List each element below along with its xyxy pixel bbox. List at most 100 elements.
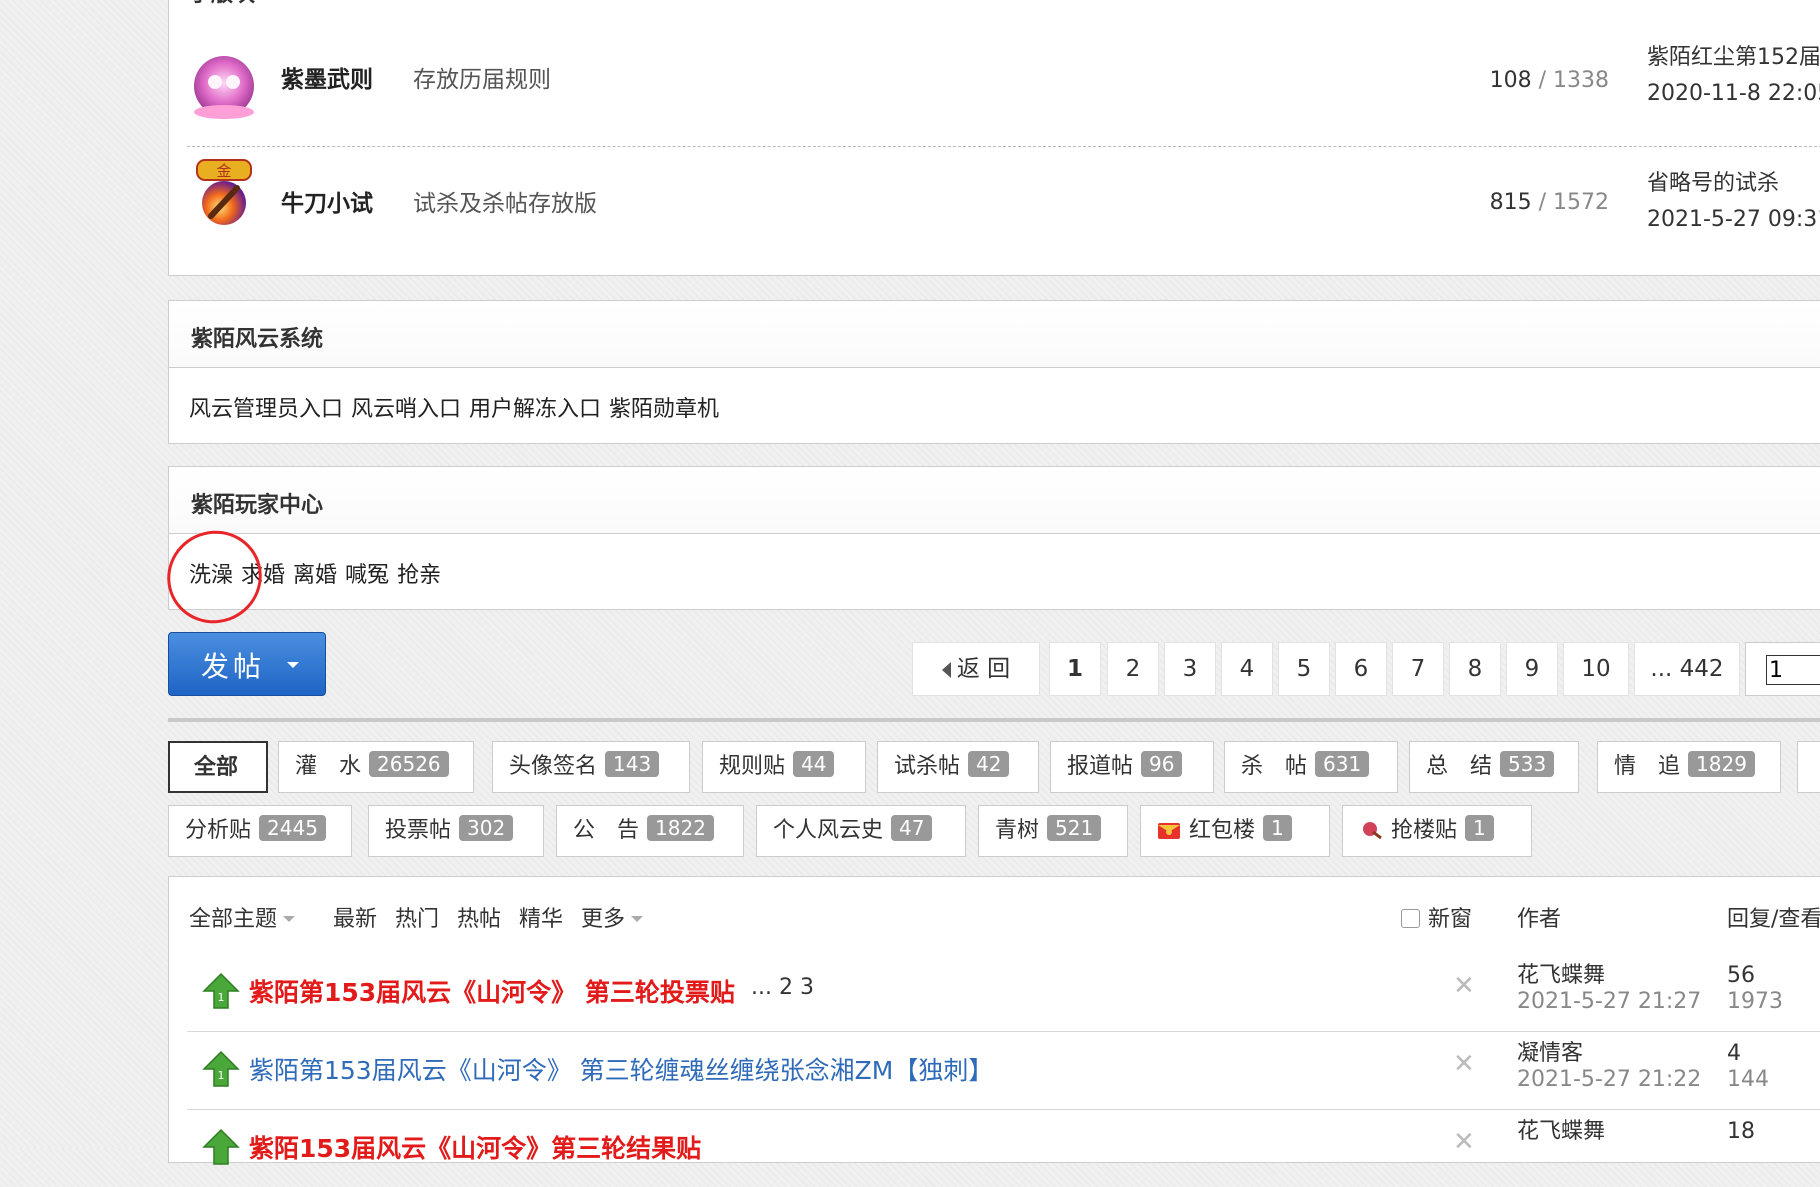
pagination-back-button[interactable]: 返 回 xyxy=(912,642,1040,696)
filter-avatar-signature[interactable]: 头像签名 143 xyxy=(492,741,690,793)
post-date: 2021-5-27 21:22 xyxy=(1517,1067,1702,1092)
filter-label: 杀 帖 xyxy=(1241,754,1308,779)
forum-avatar-icon[interactable]: 金 xyxy=(189,158,259,228)
filter-count: 47 xyxy=(891,815,933,841)
filter-count: 44 xyxy=(793,751,835,777)
back-label: 返 回 xyxy=(956,656,1011,682)
page-link[interactable]: 3 xyxy=(1164,642,1216,696)
filter-top-border xyxy=(168,718,1820,722)
forum-row[interactable]: 金 牛刀小试 试杀及杀帖存放版 815 / 1572 省略号的试杀 2021-5… xyxy=(169,150,1820,270)
page-link[interactable]: 4 xyxy=(1221,642,1273,696)
link-sentinel-entry[interactable]: 风云哨入口 xyxy=(351,397,461,422)
tab-hot-threads[interactable]: 热帖 xyxy=(457,901,501,933)
all-topics-dropdown[interactable]: 全部主题 xyxy=(189,901,295,933)
filter-label: 红包楼 xyxy=(1189,818,1256,843)
filter-red-packet[interactable]: 红包楼 1 xyxy=(1140,805,1330,857)
filter-partial-hidden[interactable] xyxy=(1797,741,1820,793)
caret-down-icon[interactable] xyxy=(287,662,299,668)
link-admin-entry[interactable]: 风云管理员入口 xyxy=(189,397,343,422)
thread-page-links[interactable]: ... 2 3 xyxy=(751,975,814,1000)
page-jump-input[interactable] xyxy=(1766,655,1820,685)
page-link[interactable]: 7 xyxy=(1392,642,1444,696)
page-link[interactable]: 5 xyxy=(1278,642,1330,696)
filter-label: 报道帖 xyxy=(1067,754,1134,779)
link-snatch-marriage[interactable]: 抢亲 xyxy=(397,563,441,588)
filter-count: 26526 xyxy=(369,751,449,777)
link-divorce[interactable]: 离婚 xyxy=(293,563,337,588)
player-center-box: 紫陌玩家中心 洗澡 求婚 离婚 喊冤 抢亲 xyxy=(168,466,1820,610)
last-post-link[interactable]: 省略号的试杀 xyxy=(1647,166,1820,202)
filter-rules[interactable]: 规则贴 44 xyxy=(702,741,866,793)
system-box-title: 紫陌风云系统 xyxy=(191,327,324,352)
new-post-button[interactable]: 发帖 xyxy=(168,632,326,696)
filter-label: 情 追 xyxy=(1614,754,1681,779)
author-column-header: 作者 xyxy=(1517,907,1562,932)
thread-title-link[interactable]: 紫陌第153届风云《山河令》 第三轮投票贴 xyxy=(249,973,735,1009)
link-complain[interactable]: 喊冤 xyxy=(345,563,389,588)
tab-digest[interactable]: 精华 xyxy=(519,901,563,933)
filter-grab-floor[interactable]: 抢楼贴 1 xyxy=(1342,805,1532,857)
filter-announcement[interactable]: 公 告 1822 xyxy=(556,805,744,857)
filter-water[interactable]: 灌 水 26526 xyxy=(278,741,474,793)
page-link[interactable]: 6 xyxy=(1335,642,1387,696)
new-window-checkbox[interactable] xyxy=(1401,909,1420,928)
filter-count: 1 xyxy=(1263,815,1292,841)
filter-love-chase[interactable]: 情 追 1829 xyxy=(1597,741,1781,793)
filter-label: 分析贴 xyxy=(185,818,252,843)
filter-count: 1 xyxy=(1465,815,1494,841)
link-medal-machine[interactable]: 紫陌勋章机 xyxy=(609,397,719,422)
filter-count: 96 xyxy=(1141,751,1183,777)
view-count: 144 xyxy=(1727,1067,1769,1092)
page-link[interactable]: 10 xyxy=(1563,642,1629,696)
filter-count: 2445 xyxy=(259,815,326,841)
thread-title-link[interactable]: 紫陌153届风云《山河令》第三轮结果贴 xyxy=(249,1129,701,1165)
page-link[interactable]: 2 xyxy=(1107,642,1159,696)
filter-label: 全部 xyxy=(194,755,239,780)
author-link[interactable]: 花飞蝶舞 xyxy=(1517,1119,1605,1145)
filter-label: 投票帖 xyxy=(385,818,452,843)
close-icon[interactable]: ✕ xyxy=(1453,1127,1475,1157)
svg-text:1: 1 xyxy=(218,1069,225,1082)
filter-vote[interactable]: 投票帖 302 xyxy=(368,805,544,857)
page-link-current[interactable]: 1 xyxy=(1049,642,1101,696)
filter-green-tree[interactable]: 青树 521 xyxy=(978,805,1128,857)
forum-description: 试杀及杀帖存放版 xyxy=(413,191,597,217)
filter-analysis[interactable]: 分析贴 2445 xyxy=(168,805,352,857)
up-arrow-icon[interactable]: 1 xyxy=(201,971,241,1011)
up-arrow-icon[interactable]: 1 xyxy=(201,1049,241,1089)
new-window-label: 新窗 xyxy=(1428,907,1473,932)
tab-popular[interactable]: 热门 xyxy=(395,901,439,933)
last-post-link[interactable]: 紫陌红尘第152届 xyxy=(1647,40,1820,76)
svg-text:1: 1 xyxy=(218,991,225,1004)
filter-kill-post[interactable]: 杀 帖 631 xyxy=(1224,741,1398,793)
forum-row[interactable]: 紫墨武则 存放历届规则 108 / 1338 紫陌红尘第152届 2020-11… xyxy=(169,30,1820,150)
filter-report[interactable]: 报道帖 96 xyxy=(1050,741,1214,793)
author-link[interactable]: 花飞蝶舞 xyxy=(1517,963,1701,989)
page-link[interactable]: 8 xyxy=(1449,642,1501,696)
filter-count: 631 xyxy=(1315,751,1370,777)
forum-avatar-icon[interactable] xyxy=(189,54,259,124)
close-icon[interactable]: ✕ xyxy=(1453,971,1475,1001)
filter-summary[interactable]: 总 结 533 xyxy=(1409,741,1579,793)
page-link[interactable]: 9 xyxy=(1506,642,1558,696)
tab-more-dropdown[interactable]: 更多 xyxy=(581,901,643,933)
forum-name-link[interactable]: 紫墨武则 xyxy=(281,60,373,94)
thread-title-link[interactable]: 紫陌第153届风云《山河令》 第三轮缠魂丝缠绕张念湘ZM【独刺】 xyxy=(249,1051,993,1087)
filter-personal-history[interactable]: 个人风云史 47 xyxy=(756,805,966,857)
forum-name-link[interactable]: 牛刀小试 xyxy=(281,184,373,218)
thread-author: 花飞蝶舞 2021-5-27 21:27 xyxy=(1517,963,1701,1015)
filter-trial-kill[interactable]: 试杀帖 42 xyxy=(877,741,1039,793)
filter-label: 青树 xyxy=(995,818,1040,843)
author-link[interactable]: 凝情客 xyxy=(1517,1041,1701,1067)
link-unfreeze-entry[interactable]: 用户解冻入口 xyxy=(469,397,601,422)
up-arrow-icon[interactable] xyxy=(201,1127,241,1167)
new-window-toggle[interactable]: 新窗 xyxy=(1401,901,1472,933)
thread-replies: 18 xyxy=(1727,1119,1755,1145)
caret-left-icon xyxy=(941,662,951,678)
tab-latest[interactable]: 最新 xyxy=(333,901,377,933)
filter-all[interactable]: 全部 xyxy=(168,741,268,793)
table-row: 紫陌153届风云《山河令》第三轮结果贴 ✕ 花飞蝶舞 18 xyxy=(187,1109,1820,1187)
close-icon[interactable]: ✕ xyxy=(1453,1049,1475,1079)
forum-stats: 108 / 1338 xyxy=(1489,68,1609,93)
page-link-last[interactable]: ... 442 xyxy=(1634,642,1740,696)
